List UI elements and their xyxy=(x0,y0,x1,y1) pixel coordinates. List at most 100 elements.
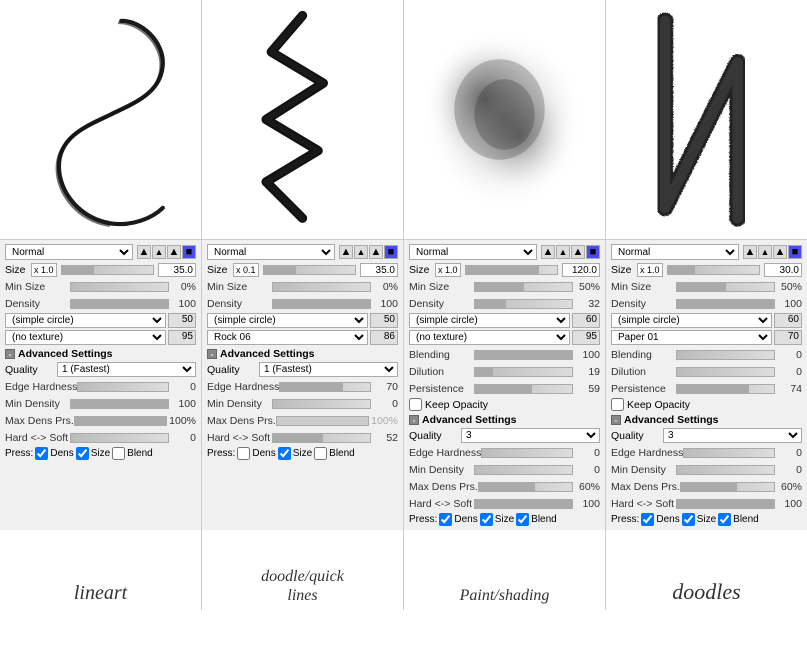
press-row-lineart: Press: Dens Size Blend xyxy=(5,447,196,460)
press-blend-check[interactable] xyxy=(112,447,125,460)
press-row-p: Press: Dens Size Blend xyxy=(409,513,600,526)
keep-opacity-check-do[interactable] xyxy=(611,398,624,411)
icon-triangle-sm[interactable]: ▲ xyxy=(137,245,151,259)
icon-tri1-p[interactable]: ▲ xyxy=(541,245,555,259)
brush1-select-lineart[interactable]: (simple circle) xyxy=(5,313,166,328)
icon-sq-p[interactable]: ■ xyxy=(586,245,600,259)
density-slider-do[interactable] xyxy=(676,299,775,309)
icon-triangle-md[interactable]: ▲ xyxy=(152,245,166,259)
brush1-select-p[interactable]: (simple circle) xyxy=(409,313,570,328)
edge-h-slider-d[interactable] xyxy=(279,382,371,392)
press-blend-do[interactable] xyxy=(718,513,731,526)
icon-sq2[interactable]: ■ xyxy=(384,245,398,259)
hard-soft-slider-p[interactable] xyxy=(474,499,573,509)
press-blend-d[interactable] xyxy=(314,447,327,460)
mode-select-p[interactable]: Normal xyxy=(409,244,537,260)
size-input-do[interactable] xyxy=(764,263,802,277)
dilution-slider-do[interactable] xyxy=(676,367,775,377)
mode-select-doodle[interactable]: Normal xyxy=(207,244,335,260)
edge-h-val-do: 0 xyxy=(777,447,802,459)
press-dens-p[interactable] xyxy=(439,513,452,526)
mode-select-do[interactable]: Normal xyxy=(611,244,739,260)
panel-paint: Normal ▲ ▲ ▲ ■ Size x 1.0 Min Size xyxy=(404,240,606,530)
mode-select-lineart[interactable]: Normal xyxy=(5,244,133,260)
press-size-do[interactable] xyxy=(682,513,695,526)
icon-tri3-do[interactable]: ▲ xyxy=(773,245,787,259)
press-size-check[interactable] xyxy=(76,447,89,460)
quality-select-d[interactable]: 1 (Fastest) xyxy=(259,362,398,377)
blending-slider-do[interactable] xyxy=(676,350,775,360)
size-slider-do[interactable] xyxy=(667,265,760,275)
hard-soft-slider[interactable] xyxy=(70,433,169,443)
dilution-row-do: Dilution 0 xyxy=(611,364,802,379)
icon-sq-do[interactable]: ■ xyxy=(788,245,802,259)
icon-tri1-do[interactable]: ▲ xyxy=(743,245,757,259)
max-dens-slider-do[interactable] xyxy=(680,482,775,492)
icon-triangle-lg[interactable]: ▲ xyxy=(167,245,181,259)
adv-settings-doodle[interactable]: - Advanced Settings xyxy=(207,348,398,360)
size-input-p[interactable] xyxy=(562,263,600,277)
blending-slider-p[interactable] xyxy=(474,350,573,360)
adv-settings-lineart[interactable]: - Advanced Settings xyxy=(5,348,196,360)
quality-select-do[interactable]: 3 xyxy=(663,428,802,443)
preview-doodles xyxy=(606,0,807,239)
icon-tri1[interactable]: ▲ xyxy=(339,245,353,259)
size-slider-doodle[interactable] xyxy=(263,265,356,275)
size-input-doodle[interactable] xyxy=(360,263,398,277)
min-size-slider-d[interactable] xyxy=(272,282,371,292)
min-size-slider-do[interactable] xyxy=(676,282,775,292)
edge-h-val-d: 70 xyxy=(373,381,398,393)
press-dens-do[interactable] xyxy=(641,513,654,526)
press-size-d[interactable] xyxy=(278,447,291,460)
min-density-row: Min Density 100 xyxy=(5,396,196,411)
max-dens-slider-d[interactable] xyxy=(276,416,369,426)
brush1-select-d[interactable]: (simple circle) xyxy=(207,313,368,328)
size-slider-lineart[interactable] xyxy=(61,265,154,275)
press-blend-p[interactable] xyxy=(516,513,529,526)
press-dens-d[interactable] xyxy=(237,447,250,460)
icon-tri3[interactable]: ▲ xyxy=(369,245,383,259)
density-slider[interactable] xyxy=(70,299,169,309)
brush2-select-do[interactable]: Paper 01 xyxy=(611,330,772,345)
label-cell-doodles: doodles xyxy=(606,530,807,610)
icon-tri2[interactable]: ▲ xyxy=(354,245,368,259)
edge-h-slider-do[interactable] xyxy=(683,448,775,458)
persistence-slider-p[interactable] xyxy=(474,384,573,394)
density-label-do: Density xyxy=(611,298,676,310)
hard-soft-slider-d[interactable] xyxy=(272,433,371,443)
edge-hardness-val: 0 xyxy=(171,381,196,393)
keep-opacity-check-p[interactable] xyxy=(409,398,422,411)
edge-hardness-slider[interactable] xyxy=(77,382,169,392)
min-size-slider-p[interactable] xyxy=(474,282,573,292)
icon-tri2-p[interactable]: ▲ xyxy=(556,245,570,259)
min-dens-slider-p[interactable] xyxy=(474,465,573,475)
density-slider-d[interactable] xyxy=(272,299,371,309)
max-dens-slider[interactable] xyxy=(74,416,167,426)
quality-select-p[interactable]: 3 xyxy=(461,428,600,443)
icon-square-active[interactable]: ■ xyxy=(182,245,196,259)
brush2-select-lineart[interactable]: (no texture) xyxy=(5,330,166,345)
dilution-slider-p[interactable] xyxy=(474,367,573,377)
adv-settings-do[interactable]: - Advanced Settings xyxy=(611,414,802,426)
max-dens-slider-p[interactable] xyxy=(478,482,573,492)
persistence-slider-do[interactable] xyxy=(676,384,775,394)
min-density-slider[interactable] xyxy=(70,399,169,409)
icon-tri3-p[interactable]: ▲ xyxy=(571,245,585,259)
min-size-slider[interactable] xyxy=(70,282,169,292)
size-slider-p[interactable] xyxy=(465,265,558,275)
density-slider-p[interactable] xyxy=(474,299,573,309)
press-dens-check[interactable] xyxy=(35,447,48,460)
brush1-select-do[interactable]: (simple circle) xyxy=(611,313,772,328)
brush2-select-p[interactable]: (no texture) xyxy=(409,330,570,345)
press-size-p[interactable] xyxy=(480,513,493,526)
hard-soft-slider-do[interactable] xyxy=(676,499,775,509)
edge-h-slider-p[interactable] xyxy=(481,448,573,458)
min-dens-slider-d[interactable] xyxy=(272,399,371,409)
adv-settings-p[interactable]: - Advanced Settings xyxy=(409,414,600,426)
edge-hardness-row: Edge Hardness 0 xyxy=(5,379,196,394)
icon-tri2-do[interactable]: ▲ xyxy=(758,245,772,259)
brush2-select-d[interactable]: Rock 06 xyxy=(207,330,368,345)
size-input-lineart[interactable] xyxy=(158,263,196,277)
min-dens-slider-do[interactable] xyxy=(676,465,775,475)
quality-select-lineart[interactable]: 1 (Fastest) xyxy=(57,362,196,377)
